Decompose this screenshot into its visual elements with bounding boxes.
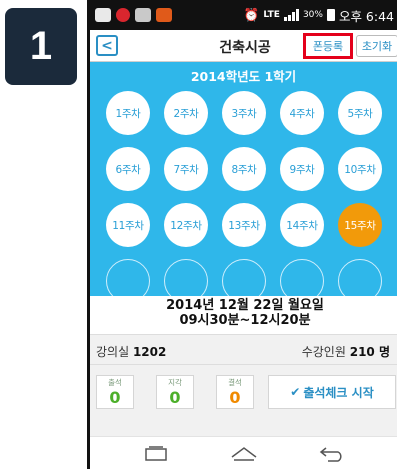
app-notification-icon (95, 8, 111, 22)
week-button-10[interactable]: 10주차 (338, 147, 382, 191)
late-count: 0 (169, 388, 181, 407)
week-button-11[interactable]: 11주차 (106, 203, 150, 247)
app-notification-icon (135, 8, 151, 22)
week-button-6[interactable]: 6주차 (106, 147, 150, 191)
back-nav-button[interactable] (312, 443, 352, 465)
recent-apps-button[interactable] (136, 443, 176, 465)
week-button-8[interactable]: 8주차 (222, 147, 266, 191)
week-button-15[interactable]: 15주차 (338, 203, 382, 247)
class-info-row: 강의실 1202 수강인원 210 명 (90, 334, 397, 365)
classroom-label: 강의실 (96, 345, 130, 359)
app-bar: < 건축시공 폰등록 초기화 (90, 30, 397, 62)
week-button-13[interactable]: 13주차 (222, 203, 266, 247)
android-nav-bar (90, 436, 397, 469)
start-attendance-button[interactable]: ✔ 출석체크 시작 (268, 375, 396, 409)
start-attendance-label: 출석체크 시작 (303, 385, 374, 400)
attendance-stats: 출석 0 지각 0 결석 0 ✔ 출석체크 시작 (90, 365, 397, 436)
late-label: 지각 (168, 378, 182, 387)
step-number-badge: 1 (5, 8, 77, 85)
alarm-icon: ⏰ (243, 7, 260, 22)
absent-count-box: 결석 0 (216, 375, 254, 409)
session-panel: 2014년 12월 22일 월요일 09시30분~12시20분 강의실 1202… (90, 296, 397, 436)
week-button-9[interactable]: 9주차 (280, 147, 324, 191)
enrollment-info: 수강인원 210 명 (302, 343, 390, 360)
week-button-1[interactable]: 1주차 (106, 91, 150, 135)
home-icon (231, 447, 257, 461)
week-button-2[interactable]: 2주차 (164, 91, 208, 135)
app-notification-icon (156, 8, 172, 22)
week-grid: 1주차 2주차 3주차 4주차 5주차 6주차 7주차 8주차 9주차 10주차… (106, 91, 391, 303)
home-button[interactable] (224, 443, 264, 465)
week-button-7[interactable]: 7주차 (164, 147, 208, 191)
week-button-5[interactable]: 5주차 (338, 91, 382, 135)
check-icon: ✔ (290, 385, 301, 399)
lte-icon: LTE (263, 10, 280, 20)
enrollment-label: 수강인원 (301, 345, 346, 359)
week-button-12[interactable]: 12주차 (164, 203, 208, 247)
late-count-box: 지각 0 (156, 375, 194, 409)
phone-screen: ⏰ LTE 30% 오후 6:44 < 건축시공 폰등록 초기화 2014학년도… (87, 0, 397, 469)
present-label: 출석 (108, 378, 122, 387)
week-button-3[interactable]: 3주차 (222, 91, 266, 135)
status-bar: ⏰ LTE 30% 오후 6:44 (90, 0, 397, 30)
signal-icon (283, 9, 299, 21)
absent-count: 0 (229, 388, 241, 407)
back-arrow-icon (319, 447, 342, 462)
semester-label: 2014학년도 1학기 (190, 69, 297, 84)
battery-percent: 30% (302, 10, 323, 20)
week-button-4[interactable]: 4주차 (280, 91, 324, 135)
session-date: 2014년 12월 22일 월요일 (166, 298, 324, 313)
week-button-14[interactable]: 14주차 (280, 203, 324, 247)
present-count: 0 (109, 388, 121, 407)
session-time: 09시30분~12시20분 (179, 313, 311, 328)
absent-label: 결석 (228, 378, 242, 387)
reset-button[interactable]: 초기화 (356, 35, 397, 57)
classroom-value: 1202 (132, 345, 167, 359)
app-notification-icon (116, 8, 130, 22)
battery-icon (326, 9, 335, 21)
recent-apps-icon (145, 446, 167, 461)
present-count-box: 출석 0 (96, 375, 134, 409)
classroom-info: 강의실 1202 (96, 343, 166, 360)
clock: 오후 6:44 (338, 8, 394, 24)
register-phone-button[interactable]: 폰등록 (303, 33, 353, 59)
session-datetime: 2014년 12월 22일 월요일 09시30분~12시20분 (90, 298, 397, 334)
enrollment-value: 210 명 (349, 345, 390, 359)
